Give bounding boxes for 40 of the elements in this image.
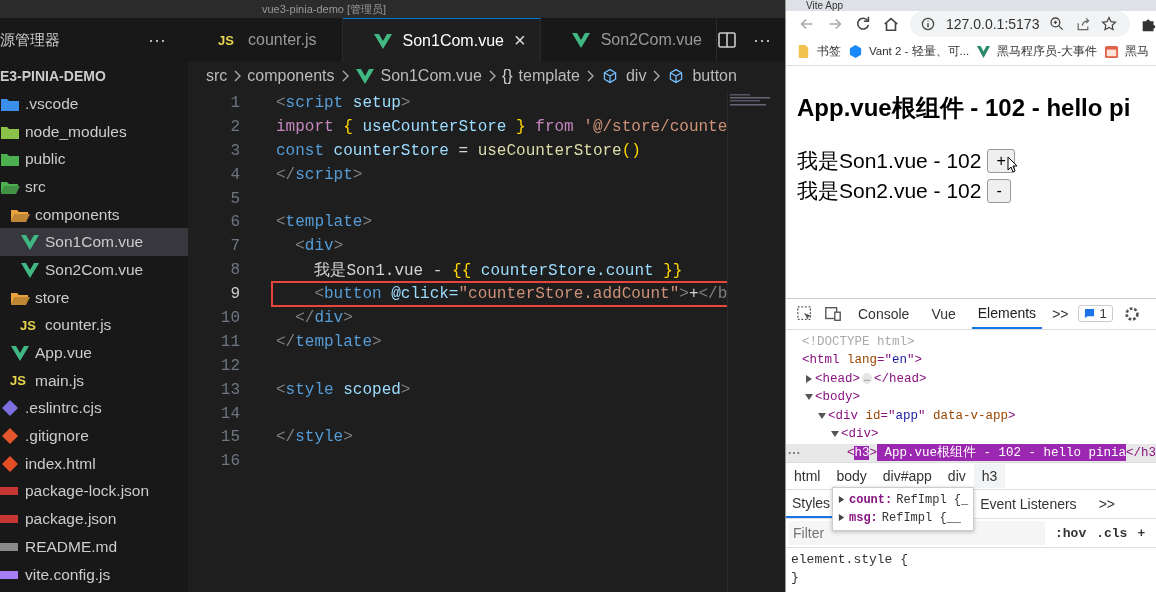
code-line: <div> <box>294 236 345 258</box>
line-number: 11 <box>219 332 240 351</box>
line-number: 2 <box>229 117 240 136</box>
line-number: 5 <box>229 189 240 208</box>
code-line: <script setup> <box>275 92 412 114</box>
property-value: RefImpl {_ <box>896 492 969 507</box>
line-number: 12 <box>219 356 240 375</box>
code-line: </template> <box>275 331 383 353</box>
line-number: 4 <box>229 165 240 184</box>
css-rule-text: element.style { <box>791 552 910 569</box>
line-number: 3 <box>229 141 240 160</box>
js-icon: JS <box>20 317 40 333</box>
property-name: count: <box>849 492 893 507</box>
counter-text: 我是Son2.vue - 102 <box>797 177 982 204</box>
code-line: import { useCounterStore } from '@/store/counte <box>275 116 727 138</box>
page-heading: App.vue根组件 - 102 - hello pi <box>797 92 1132 123</box>
line-number: 6 <box>229 213 240 232</box>
code-line: const counterStore = useCounterStore() <box>275 140 642 162</box>
counter-text: 我是Son1.vue - 102 <box>797 147 982 174</box>
line-number: 14 <box>219 404 240 423</box>
js-icon: JS <box>218 32 238 48</box>
code-line: <style scoped> <box>275 379 412 401</box>
line-number: 16 <box>219 452 240 471</box>
js-icon: JS <box>10 373 30 389</box>
code-line: 我是Son1.vue - {{ counterStore.count }} <box>313 260 684 282</box>
code-line: </div> <box>294 307 354 329</box>
css-rule-text: } <box>791 570 800 587</box>
line-number: 15 <box>219 428 240 447</box>
line-number: 7 <box>229 237 240 256</box>
line-number: 8 <box>229 261 240 280</box>
line-number: 9 <box>229 285 240 304</box>
line-number: 1 <box>229 93 240 112</box>
braces-icon: {} <box>501 67 513 85</box>
code-line: </style> <box>275 427 354 449</box>
window-title: vue3-pinia-demo [管理员] <box>262 1 387 17</box>
explorer-title: 源管理器 <box>0 30 60 50</box>
line-number: 10 <box>219 308 240 327</box>
line-number: 13 <box>219 380 240 399</box>
code-line: <template> <box>275 212 374 234</box>
code-line: </script> <box>275 164 364 186</box>
